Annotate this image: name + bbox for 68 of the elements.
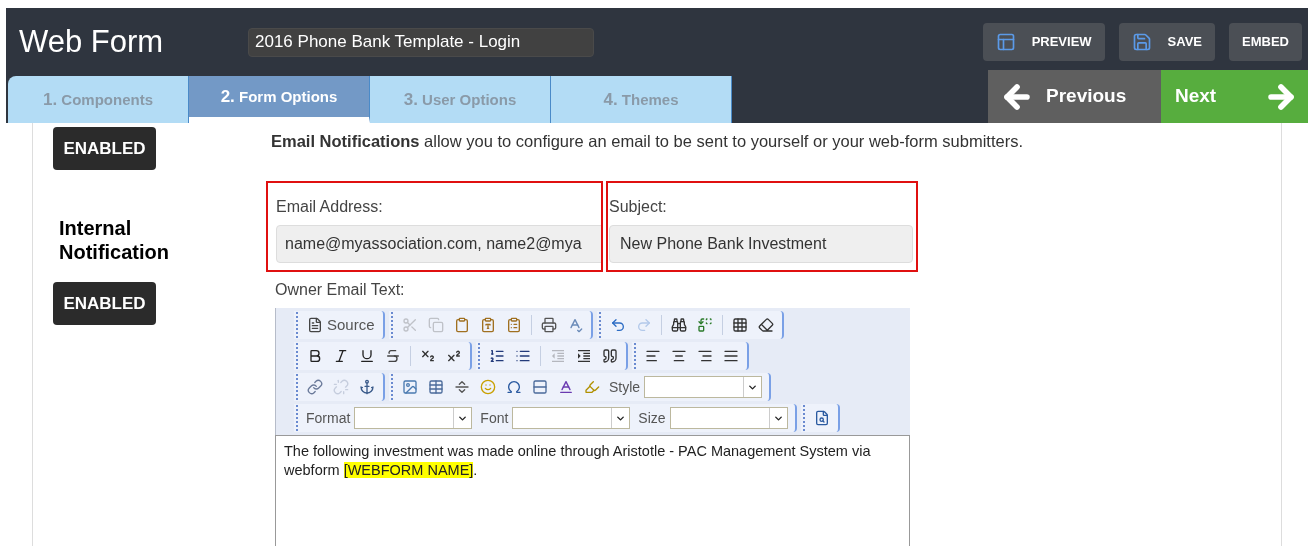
align-center-icon: [671, 348, 687, 364]
combo-label: Format: [306, 408, 351, 428]
link-icon: [307, 379, 323, 395]
highlighter-icon: [584, 379, 600, 395]
editor-body[interactable]: The following investment was made online through Aristotle - PAC Management System via webform [WEBFORM NAME].: [275, 435, 910, 546]
enabled-button[interactable]: ENABLED: [53, 127, 156, 170]
save-button[interactable]: SAVE: [1118, 23, 1216, 61]
printer-icon: [540, 317, 557, 333]
preview-button[interactable]: PREVIEW: [982, 23, 1105, 61]
dropdown-field[interactable]: [512, 407, 631, 429]
dropdown-field[interactable]: [354, 407, 473, 429]
anchor-icon: [359, 379, 375, 395]
source-button[interactable]: Source: [302, 313, 380, 337]
eraser-icon: [757, 317, 774, 333]
outdent-icon: [550, 348, 566, 364]
enabled-button[interactable]: ENABLED: [53, 282, 156, 325]
undo-icon: [609, 317, 626, 333]
smiley-icon: [480, 379, 496, 395]
superscript-icon: [446, 348, 462, 364]
scissors-icon: [401, 317, 418, 333]
replace-icon: [696, 317, 713, 333]
binoculars-icon: [670, 317, 687, 333]
save-icon[interactable]: [1131, 32, 1152, 52]
bold-icon: [307, 348, 323, 364]
underline-icon: [359, 348, 375, 364]
grid-icon: [731, 317, 748, 333]
align-justify-icon: [723, 348, 739, 364]
table-icon: [428, 379, 444, 395]
dropdown-field[interactable]: [669, 407, 788, 429]
combo-label: Size: [638, 408, 666, 428]
image-icon: [402, 379, 418, 395]
omega-icon: [506, 379, 522, 395]
quote-icon: [602, 348, 618, 364]
indent-icon: [576, 348, 592, 364]
numbered-list-icon: [489, 348, 505, 364]
redo-icon: [635, 317, 652, 333]
copy-icon: [427, 317, 444, 333]
text-color-icon: [558, 379, 574, 395]
field-label: Email Address:: [276, 197, 384, 217]
align-right-icon: [697, 348, 713, 364]
email-body-text: The following investment was made online through Aristotle - PAC Management System via webform [WEBFORM NAME].: [284, 442, 872, 480]
section-title: Internal Notification: [59, 216, 170, 264]
field-label: Subject:: [609, 197, 668, 217]
source-icon: [307, 317, 323, 333]
window-title: Web Form: [18, 22, 165, 61]
description-text: Email Notifications allow you to configure an email to be sent to yourself or your web-form submitters.: [271, 131, 1024, 152]
field-label: Owner Email Text:: [275, 280, 406, 300]
layout-icon: [995, 32, 1016, 52]
previous-button[interactable]: Previous: [988, 70, 1161, 123]
embed-button[interactable]: EMBED: [1229, 23, 1302, 61]
combo-label: Font: [480, 408, 509, 428]
unlink-icon: [333, 379, 349, 395]
dropdown-field[interactable]: [644, 376, 763, 398]
subscript-icon: [420, 348, 436, 364]
italic-icon: [333, 348, 349, 364]
preview-icon: [813, 410, 830, 426]
horizontal-rule-icon: [454, 379, 470, 395]
clipboard-list-icon: [505, 317, 522, 333]
strikethrough-icon: [385, 348, 401, 364]
subject-field[interactable]: New Phone Bank Investment: [609, 225, 913, 263]
combo-label: Style: [609, 377, 641, 397]
bullet-list-icon: [515, 348, 531, 364]
align-left-icon: [645, 348, 661, 364]
form-name-field[interactable]: 2016 Phone Bank Template - Login: [248, 27, 594, 57]
clipboard-icon: [453, 317, 470, 333]
email-address-field[interactable]: name@myassociation.com, name2@mya: [276, 225, 601, 263]
page-break-icon: [532, 379, 548, 395]
clipboard-text-icon: [479, 317, 496, 333]
